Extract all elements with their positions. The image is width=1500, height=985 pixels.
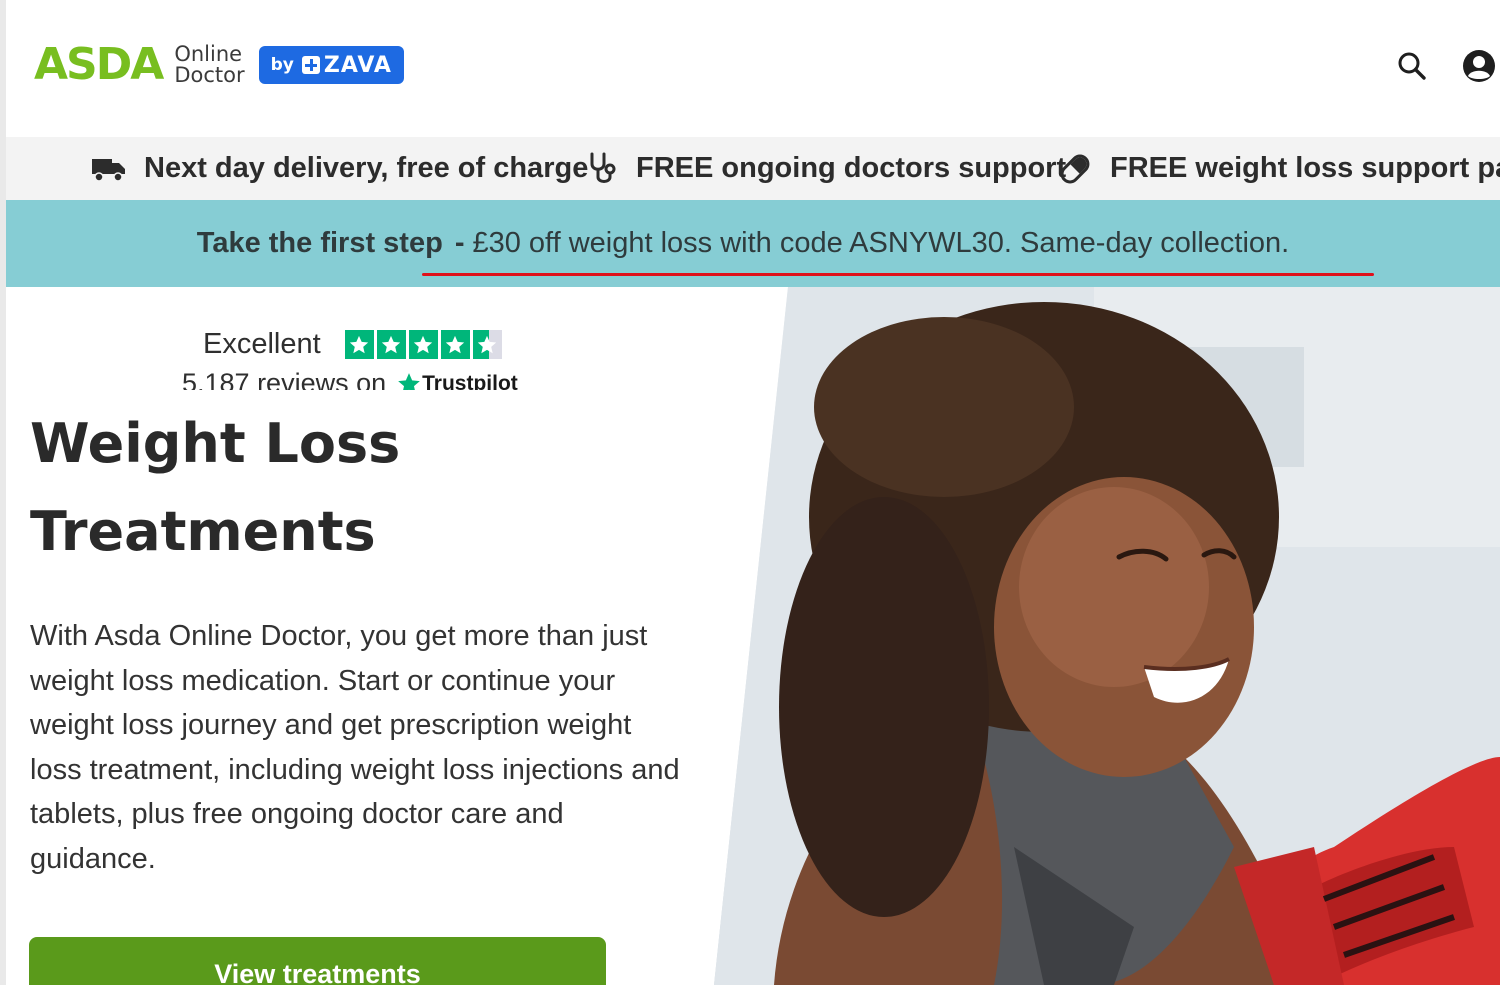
- stethoscope-icon: [588, 152, 618, 186]
- trustpilot-rating[interactable]: Excellent 5,187 reviews on Trustpilot: [6, 320, 686, 390]
- truck-icon: [92, 156, 126, 182]
- logo-doctor-text: Doctor: [174, 63, 245, 87]
- usp-delivery: Next day delivery, free of charge: [92, 152, 588, 185]
- site-header: ASDA Online Doctor by ZAVA: [6, 0, 1500, 135]
- asda-online-doctor-logo[interactable]: ASDA Online Doctor by ZAVA: [34, 42, 404, 88]
- promo-text-row: Take the first step - £30 off weight loss …: [197, 227, 1289, 260]
- pill-icon: [1058, 152, 1092, 186]
- page-title-line2: Treatments: [30, 500, 376, 563]
- usp-delivery-text: Next day delivery, free of charge: [144, 152, 589, 184]
- promo-separator: -: [454, 227, 465, 259]
- trustpilot-star-icon: [398, 372, 420, 390]
- rating-reviews: 5,187 reviews on Trustpilot: [182, 368, 518, 390]
- usp-doctor-support: FREE ongoing doctors support: [588, 152, 1066, 186]
- star-icon: [376, 330, 406, 359]
- logo-asda-wordmark: ASDA: [34, 39, 164, 90]
- star-icon: [440, 330, 470, 359]
- logo-online-text: Online: [174, 42, 243, 66]
- star-icon: [408, 330, 438, 359]
- promo-offer-text: £30 off weight loss with code ASNYWL30. …: [472, 227, 1290, 259]
- zava-by-text: by: [270, 55, 294, 75]
- trustpilot-logo: Trustpilot: [396, 371, 518, 391]
- usp-doctor-support-text: FREE ongoing doctors support: [636, 152, 1067, 184]
- rating-label: Excellent: [203, 328, 321, 360]
- usp-support-pack-text: FREE weight loss support pack: [1110, 152, 1500, 184]
- rating-summary: Excellent: [203, 328, 502, 361]
- hero-description: With Asda Online Doctor, you get more th…: [30, 620, 680, 875]
- page: ASDA Online Doctor by ZAVA Next day deli…: [6, 0, 1500, 985]
- star-icon: [344, 330, 374, 359]
- usp-support-pack: FREE weight loss support pack: [1058, 152, 1500, 186]
- logo-online-doctor: Online Doctor: [174, 44, 244, 86]
- account-button[interactable]: [1461, 48, 1497, 84]
- promo-red-underline: [422, 273, 1374, 276]
- promo-heading: Take the first step: [196, 227, 443, 259]
- usp-strip: Next day delivery, free of charge FREE o…: [6, 137, 1500, 200]
- half-star-icon: [472, 330, 502, 359]
- page-title-line1: Weight Loss: [30, 412, 401, 475]
- account-icon: [1463, 50, 1495, 82]
- zava-wordmark: ZAVA: [301, 52, 392, 78]
- zava-name: ZAVA: [323, 52, 392, 78]
- reviews-count-text: 5,187 reviews on: [182, 368, 387, 390]
- hero-image: [714, 287, 1500, 985]
- zava-badge: by ZAVA: [258, 46, 404, 84]
- view-treatments-button[interactable]: View treatments: [29, 937, 606, 985]
- rating-stars: [344, 330, 502, 359]
- search-button[interactable]: [1394, 48, 1430, 84]
- page-title: Weight Loss Treatments: [30, 400, 670, 576]
- search-icon: [1398, 52, 1426, 80]
- trustpilot-wordmark: Trustpilot: [422, 371, 518, 391]
- hero-woman-boxing-illustration: [714, 287, 1500, 985]
- zava-cross-icon: [301, 56, 320, 74]
